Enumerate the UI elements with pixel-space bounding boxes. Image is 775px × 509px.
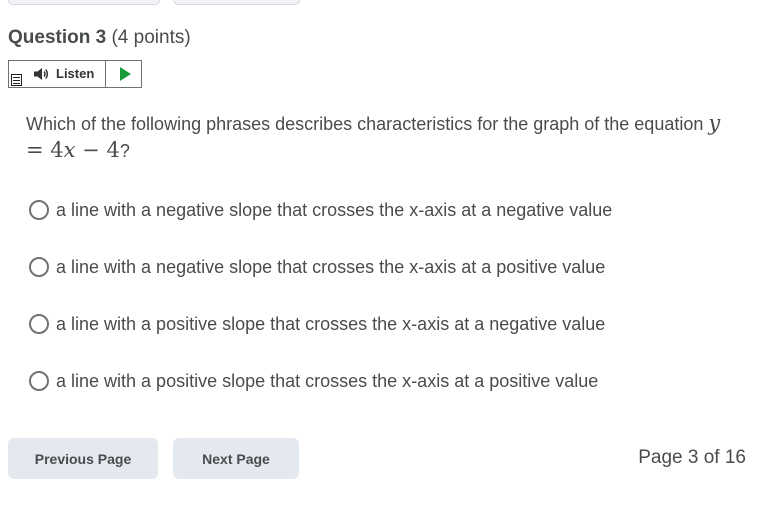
question-title: Question 3	[8, 27, 107, 48]
equation-equals: =	[26, 138, 51, 162]
document-icon[interactable]	[11, 74, 22, 86]
prompt-end: ?	[119, 141, 130, 161]
listen-widget: Listen	[8, 60, 142, 88]
page-indicator: Page 3 of 16	[638, 447, 746, 468]
equation-coefficient: 4	[50, 138, 64, 162]
listen-button[interactable]: Listen	[9, 61, 106, 87]
answer-option-label[interactable]: a line with a negative slope that crosse…	[56, 257, 605, 278]
equation-minus: −	[75, 138, 107, 162]
answer-option[interactable]: a line with a positive slope that crosse…	[29, 311, 605, 337]
answer-option[interactable]: a line with a negative slope that crosse…	[29, 254, 605, 280]
answer-option[interactable]: a line with a negative slope that crosse…	[29, 197, 612, 223]
prompt-text: Which of the following phrases describes…	[26, 114, 709, 134]
speaker-icon	[34, 68, 49, 80]
next-button-above[interactable]	[173, 0, 300, 5]
answer-option-label[interactable]: a line with a negative slope that crosse…	[56, 200, 612, 221]
radio-button[interactable]	[29, 371, 49, 391]
answer-option-label[interactable]: a line with a positive slope that crosse…	[56, 314, 605, 335]
equation-x: x	[63, 138, 76, 162]
question-points: (4 points)	[111, 27, 191, 48]
previous-button-above[interactable]	[8, 0, 160, 5]
question-header: Question 3 (4 points)	[8, 27, 191, 49]
next-page-button[interactable]: Next Page	[173, 438, 299, 479]
equation-constant: 4	[106, 138, 120, 162]
listen-label: Listen	[56, 66, 95, 81]
radio-button[interactable]	[29, 200, 49, 220]
radio-button[interactable]	[29, 314, 49, 334]
radio-button[interactable]	[29, 257, 49, 277]
previous-page-button[interactable]: Previous Page	[8, 438, 158, 479]
question-prompt: Which of the following phrases describes…	[26, 110, 726, 164]
play-button[interactable]	[106, 61, 141, 87]
equation-y: y	[708, 111, 721, 135]
answer-option[interactable]: a line with a positive slope that crosse…	[29, 368, 598, 394]
play-icon	[119, 67, 131, 81]
answer-option-label[interactable]: a line with a positive slope that crosse…	[56, 371, 598, 392]
